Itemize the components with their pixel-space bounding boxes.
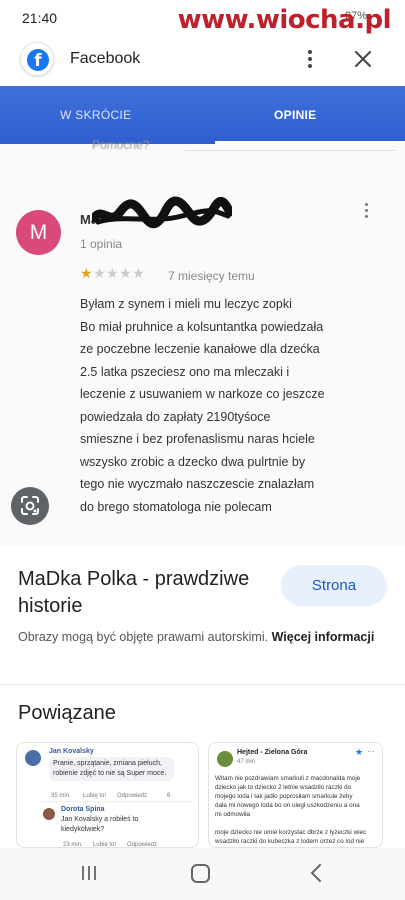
review-text: Byłam z synem i mieli mu leczyc zopki Bo… xyxy=(80,293,380,518)
comment-text: Pranie, sprzątanie, zmiana pieluch, robi… xyxy=(49,757,174,781)
watermark: www.wiocha.pl xyxy=(177,5,392,35)
review-date: 7 miesięcy temu xyxy=(168,269,255,283)
reply-link: Odpowiedz xyxy=(117,793,148,799)
review-line: powiedzała do zapłaty 2190tyśoce xyxy=(80,409,271,424)
avatar xyxy=(25,750,41,766)
reaction-count: 6 xyxy=(167,793,171,799)
facebook-f-icon: f xyxy=(27,49,49,71)
copyright-text: Obrazy mogą być objęte prawami autorskim… xyxy=(18,630,269,644)
home-icon[interactable] xyxy=(191,864,210,883)
facebook-logo: f xyxy=(20,42,54,76)
shared-screenshot[interactable]: W SKRÓCIE OPINIE Pomocne? M Ma 1 opinia … xyxy=(0,86,405,546)
redaction-scribble xyxy=(92,196,232,229)
star-rating: ★★★★★ xyxy=(80,266,146,282)
tab-overview: W SKRÓCIE xyxy=(60,108,132,122)
close-icon[interactable] xyxy=(351,47,375,71)
header-title: Facebook xyxy=(70,50,141,67)
lens-button[interactable] xyxy=(11,487,49,525)
active-tab-indicator xyxy=(215,141,405,144)
recents-icon[interactable] xyxy=(80,864,98,882)
browser-header: f Facebook xyxy=(0,34,405,86)
source-title[interactable]: MaDka Polka - prawdziwe historie xyxy=(18,566,268,620)
review-line: 2.5 latka pszeciesz ono ma mleczaki i xyxy=(80,364,290,379)
review-line: Byłam z synem i mieli mu leczyc zopki xyxy=(80,297,292,311)
review-menu-icon xyxy=(362,201,370,223)
page: 21:40 27% www.wiocha.pl f Facebook W SKR… xyxy=(0,0,405,900)
review-line: tego nie wyczmało naszczescie znalazłam xyxy=(80,477,315,491)
review-line: ze poczebne leczenie kanałowe dla dzećka xyxy=(80,342,320,356)
post-time: 47 min xyxy=(237,759,256,765)
avatar xyxy=(217,751,233,767)
lens-icon xyxy=(21,496,39,515)
review-line: Bo miał pruhnice a kolsuntantka powiedza… xyxy=(80,319,324,334)
related-card[interactable]: Hejted - Zielona Góra 47 min ★ ⋯ Witam n… xyxy=(208,742,383,848)
reviews-tabbar: W SKRÓCIE OPINIE xyxy=(0,86,405,144)
tab-reviews: OPINIE xyxy=(274,108,317,122)
copyright-notice: Obrazy mogą być objęte prawami autorskim… xyxy=(18,628,388,647)
visit-page-button[interactable]: Strona xyxy=(281,565,387,606)
reviewer-avatar: M xyxy=(16,210,61,255)
related-heading: Powiązane xyxy=(18,702,116,724)
comment-time: 35 min. xyxy=(51,793,71,799)
more-options-icon[interactable] xyxy=(300,48,320,72)
review-line: smieszne i bez profenaslismu naras hciel… xyxy=(80,432,315,446)
avatar xyxy=(43,808,55,820)
helpful-label: Pomocne? xyxy=(92,138,150,152)
related-card[interactable]: Jan Kovalsky Pranie, sprzątanie, zmiana … xyxy=(16,742,199,848)
back-icon[interactable] xyxy=(306,862,326,884)
reply-author: Dorota Spina xyxy=(61,806,105,813)
comment-author: Jan Kovalsky xyxy=(49,748,94,755)
section-divider xyxy=(0,684,405,685)
divider xyxy=(185,150,395,151)
more-icon: ⋯ xyxy=(367,747,375,756)
star-icon: ★ xyxy=(355,747,364,757)
review-line: leczenie z usuwaniem w narkoze co jeszcz… xyxy=(80,387,325,401)
status-bar: 21:40 27% www.wiocha.pl xyxy=(0,0,405,35)
post-text: Witam nie pozdrawiam smarkuli z macdonal… xyxy=(215,775,367,845)
like-link: Lubię to! xyxy=(83,793,107,799)
post-author: Hejted - Zielona Góra xyxy=(237,749,308,756)
review-line: do brego stomatologa nie polecam xyxy=(80,499,272,514)
navigation-bar xyxy=(0,848,405,900)
review-line: wszysko zrobic a dzecko dwa pulrtnie by xyxy=(80,454,306,469)
status-time: 21:40 xyxy=(22,10,58,26)
review-count: 1 opinia xyxy=(80,237,123,251)
reply-text: Jan Kovalsky a robiłeś to kiedykolwiek? xyxy=(61,816,139,833)
reply-comment: Dorota Spina Jan Kovalsky a robiłeś to k… xyxy=(41,801,193,847)
image-info: MaDka Polka - prawdziwe historie Strona … xyxy=(0,546,405,684)
more-info-link[interactable]: Więcej informacji xyxy=(272,630,375,644)
